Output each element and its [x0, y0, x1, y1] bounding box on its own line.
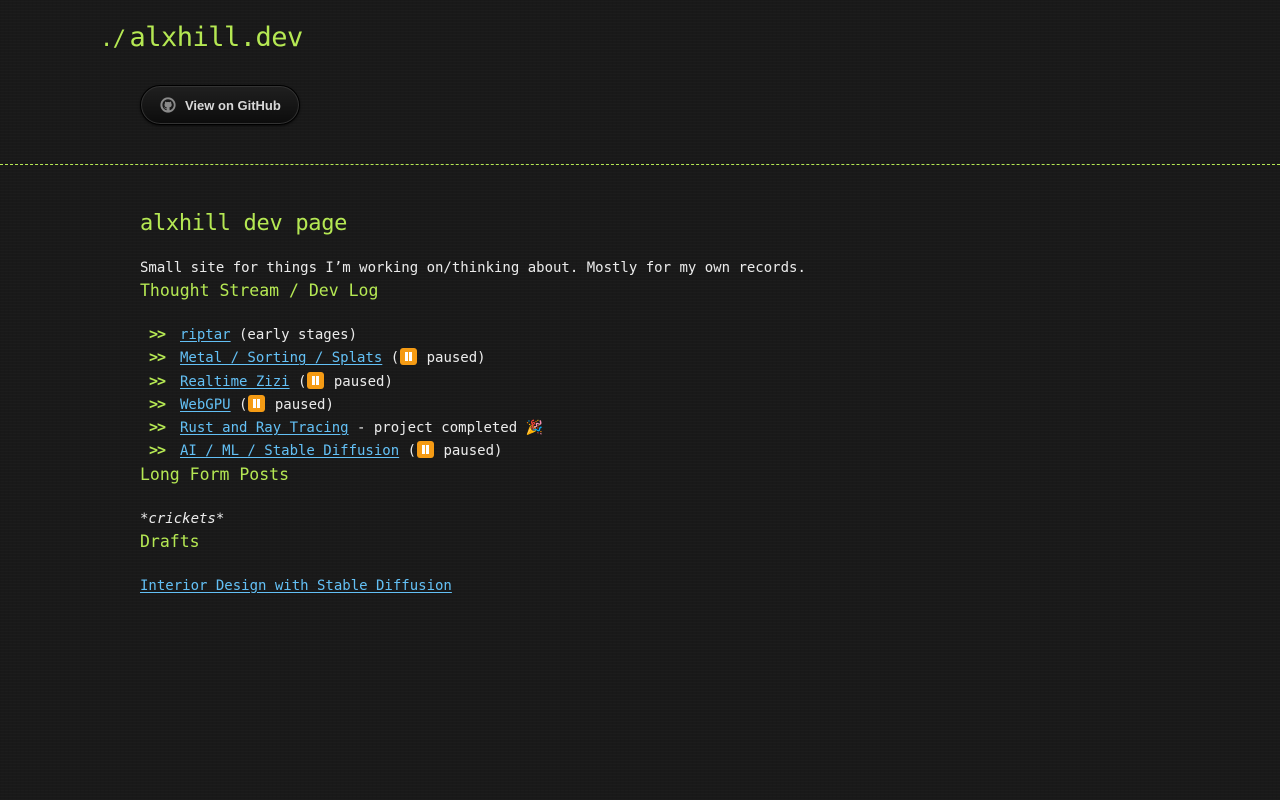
- list-bullet: >>: [149, 371, 166, 390]
- view-on-github-label: View on GitHub: [185, 97, 281, 113]
- site-title-text: alxhill.dev: [129, 22, 304, 53]
- long-form-posts-heading: Long Form Posts: [140, 464, 290, 484]
- list-item: >> Realtime Zizi ( paused): [140, 370, 1280, 393]
- view-on-github-button[interactable]: View on GitHub: [140, 85, 300, 125]
- draft-item: Interior Design with Stable Diffusion: [140, 575, 1280, 597]
- item-status: paused: [426, 350, 478, 367]
- item-status: paused: [274, 396, 326, 413]
- list-item: >> AI / ML / Stable Diffusion ( paused): [140, 439, 1280, 462]
- metal-sorting-splats-link[interactable]: Metal / Sorting / Splats: [180, 350, 382, 366]
- list-item: >> riptar (early stages): [140, 323, 1280, 346]
- long-form-empty-text: *crickets*: [140, 510, 225, 527]
- realtime-zizi-link[interactable]: Realtime Zizi: [180, 374, 290, 390]
- interior-design-draft-link[interactable]: Interior Design with Stable Diffusion: [140, 578, 452, 594]
- github-icon: [160, 97, 176, 113]
- list-bullet: >>: [149, 441, 166, 460]
- pause-button-icon: [307, 371, 325, 389]
- drafts-heading: Drafts: [140, 531, 200, 551]
- rust-ray-tracing-link[interactable]: Rust and Ray Tracing: [180, 420, 349, 436]
- list-bullet: >>: [149, 394, 166, 413]
- list-bullet: >>: [149, 348, 166, 367]
- site-title[interactable]: ./alxhill.dev: [100, 22, 303, 53]
- list-item: >> Metal / Sorting / Splats ( paused): [140, 346, 1280, 369]
- ai-ml-stable-diffusion-link[interactable]: AI / ML / Stable Diffusion: [180, 443, 399, 459]
- site-header: ./alxhill.dev View on GitHub: [0, 0, 1280, 165]
- pause-button-icon: [417, 441, 435, 459]
- item-status: paused: [333, 373, 385, 390]
- main-content: alxhill dev page Small site for things I…: [0, 165, 1280, 597]
- list-bullet: >>: [149, 418, 166, 437]
- pause-button-icon: [248, 394, 266, 412]
- list-item: >> Rust and Ray Tracing - project complet…: [140, 416, 1280, 439]
- item-note: (early stages): [230, 327, 358, 343]
- intro-text: Small site for things I’m working on/thi…: [140, 260, 806, 276]
- thought-stream-heading: Thought Stream / Dev Log: [140, 281, 379, 300]
- riptar-link[interactable]: riptar: [180, 327, 231, 343]
- site-title-prefix: ./: [100, 27, 126, 52]
- dev-log-list: >> riptar (early stages) >> Metal / Sortin…: [140, 323, 1280, 463]
- list-bullet: >>: [149, 325, 166, 343]
- page-title: alxhill dev page: [140, 211, 348, 236]
- pause-button-icon: [400, 348, 418, 366]
- item-note: - project completed 🎉: [348, 420, 544, 437]
- list-item: >> WebGPU ( paused): [140, 393, 1280, 416]
- item-status: paused: [443, 443, 495, 460]
- webgpu-link[interactable]: WebGPU: [180, 397, 231, 413]
